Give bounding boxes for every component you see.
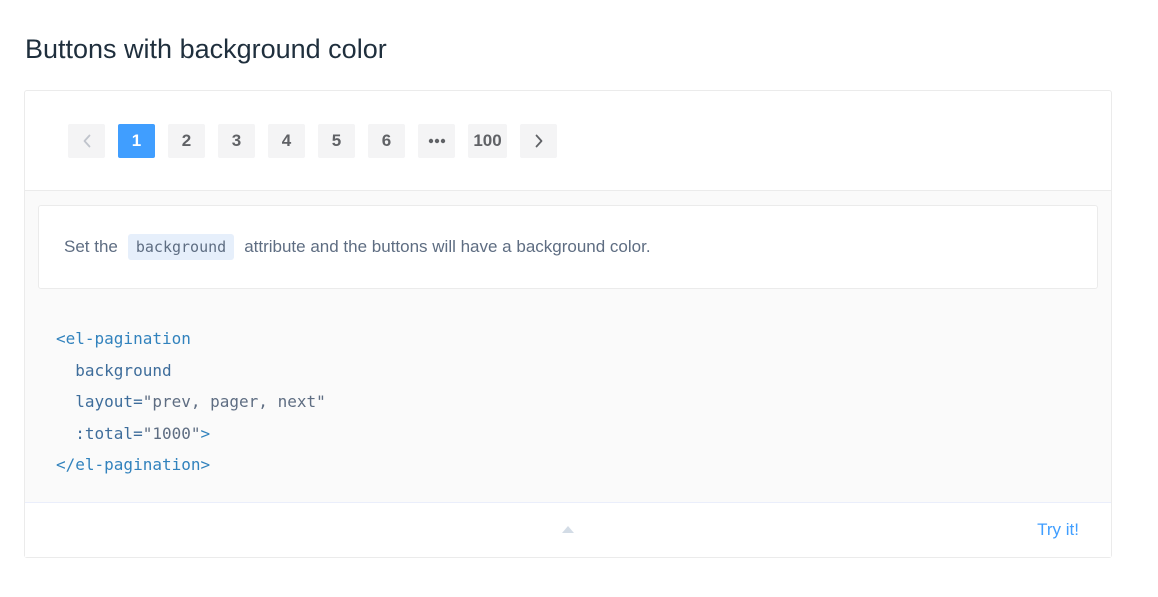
inline-code: background xyxy=(127,234,235,260)
page-100-button[interactable]: 100 xyxy=(468,124,507,158)
page-2-button[interactable]: 2 xyxy=(168,124,205,158)
code-line-close-tag: </el-pagination> xyxy=(56,455,211,474)
demo-meta: Set the background attribute and the but… xyxy=(25,191,1111,502)
try-it-link[interactable]: Try it! xyxy=(1037,520,1079,540)
chevron-left-icon xyxy=(82,134,92,148)
code-total-value: "1000" xyxy=(142,423,201,443)
code-tag-close: > xyxy=(200,423,211,443)
page-4-button[interactable]: 4 xyxy=(268,124,305,158)
page-5-button[interactable]: 5 xyxy=(318,124,355,158)
ellipsis-icon xyxy=(428,138,446,144)
more-pages-button[interactable] xyxy=(418,124,455,158)
code-total-attr: :total= xyxy=(75,423,143,443)
code-line-background: background xyxy=(75,360,172,380)
page-1-button[interactable]: 1 xyxy=(118,124,155,158)
next-button[interactable] xyxy=(520,124,557,158)
demo-source: 1 2 3 4 5 6 100 xyxy=(25,91,1111,191)
section-title: Buttons with background color xyxy=(25,34,387,64)
caret-up-icon[interactable] xyxy=(562,526,574,533)
description-before: Set the xyxy=(64,237,118,256)
page-6-button[interactable]: 6 xyxy=(368,124,405,158)
code-layout-value: "prev, pager, next" xyxy=(142,392,326,411)
prev-button[interactable] xyxy=(68,124,105,158)
code-line-open-tag: <el-pagination xyxy=(56,329,191,348)
description-after: attribute and the buttons will have a ba… xyxy=(244,237,651,256)
chevron-right-icon xyxy=(534,134,544,148)
description: Set the background attribute and the but… xyxy=(38,205,1098,289)
demo-control[interactable]: Try it! xyxy=(25,502,1111,557)
code-layout-attr: layout= xyxy=(75,392,143,411)
pagination: 1 2 3 4 5 6 100 xyxy=(68,124,570,158)
code-snippet: <el-pagination background layout="prev, … xyxy=(56,323,326,481)
page: Buttons with background color 1 2 3 4 5 … xyxy=(0,0,1158,597)
page-3-button[interactable]: 3 xyxy=(218,124,255,158)
demo-block: 1 2 3 4 5 6 100 Set the background attri… xyxy=(24,90,1112,558)
